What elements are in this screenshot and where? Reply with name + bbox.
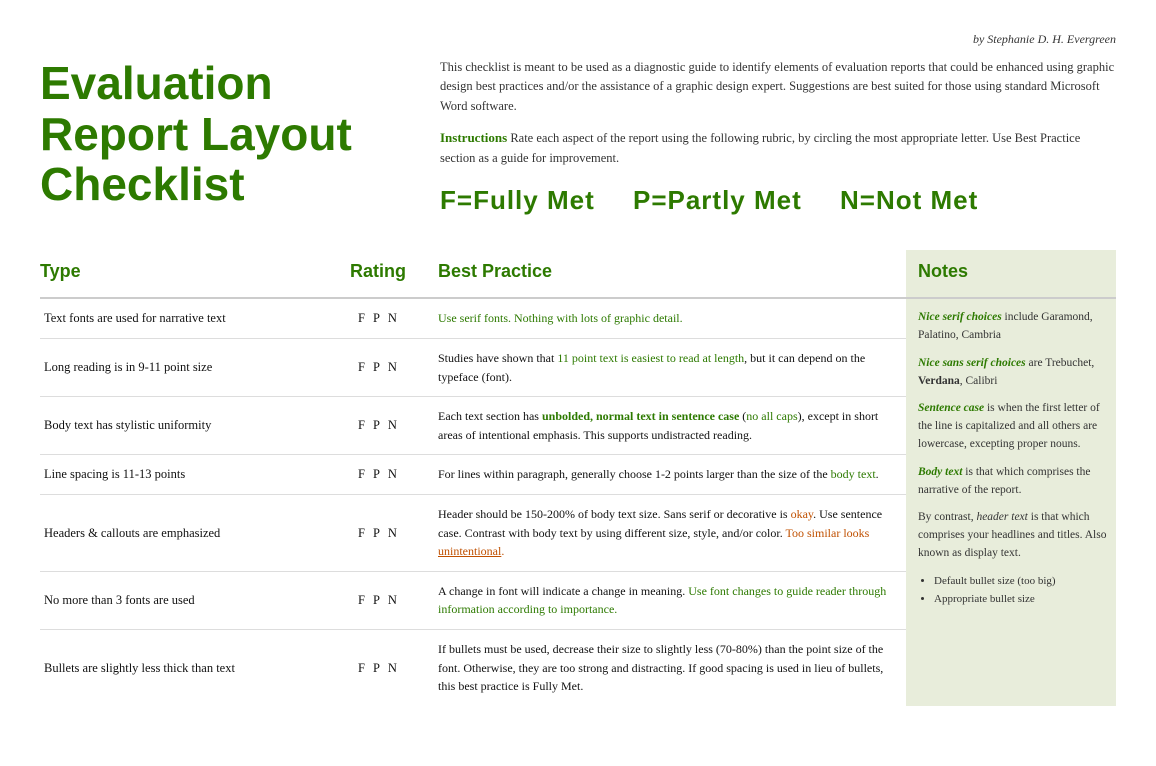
bullet-item-1: Default bullet size (too big) bbox=[934, 573, 1108, 590]
row2-rating-p[interactable]: P bbox=[373, 358, 380, 377]
row1-bp: Use serif fonts. Nothing with lots of gr… bbox=[430, 299, 906, 339]
row1-rating-f[interactable]: F bbox=[358, 309, 365, 328]
header-section: Evaluation Report Layout Checklist This … bbox=[40, 58, 1116, 220]
intro-description: This checklist is meant to be used as a … bbox=[440, 58, 1116, 116]
note-sentence-case: Sentence case is when the first letter o… bbox=[918, 400, 1108, 453]
row6-type: No more than 3 fonts are used bbox=[40, 572, 350, 630]
notes-panel: Nice serif choices include Garamond, Pal… bbox=[906, 299, 1116, 706]
row7-rating-n[interactable]: N bbox=[388, 659, 397, 678]
note-serif-choices: Nice serif choices include Garamond, Pal… bbox=[918, 309, 1108, 345]
title-block: Evaluation Report Layout Checklist bbox=[40, 58, 400, 220]
note-bullets: Default bullet size (too big) Appropriat… bbox=[918, 573, 1108, 608]
row2-bp: Studies have shown that 11 point text is… bbox=[430, 339, 906, 397]
row4-rating-p[interactable]: P bbox=[373, 465, 380, 484]
row1-type: Text fonts are used for narrative text bbox=[40, 299, 350, 339]
row3-type: Body text has stylistic uniformity bbox=[40, 397, 350, 455]
row5-type: Headers & callouts are emphasized bbox=[40, 495, 350, 572]
col-header-bp: Best Practice bbox=[430, 250, 906, 299]
row1-rating-p[interactable]: P bbox=[373, 309, 380, 328]
row1-rating: F P N bbox=[350, 299, 430, 339]
row3-rating-f[interactable]: F bbox=[358, 416, 365, 435]
row3-bp: Each text section has unbolded, normal t… bbox=[430, 397, 906, 455]
row7-bp: If bullets must be used, decrease their … bbox=[430, 630, 906, 706]
row5-rating-p[interactable]: P bbox=[373, 524, 380, 543]
rating-legend: F=Fully Met P=Partly Met N=Not Met bbox=[440, 180, 1116, 220]
row6-rating-n[interactable]: N bbox=[388, 591, 397, 610]
row3-rating: F P N bbox=[350, 397, 430, 455]
row5-rating-n[interactable]: N bbox=[388, 524, 397, 543]
row1-rating-n[interactable]: N bbox=[388, 309, 397, 328]
row4-rating-n[interactable]: N bbox=[388, 465, 397, 484]
col-header-rating: Rating bbox=[350, 250, 430, 299]
row6-rating-f[interactable]: F bbox=[358, 591, 365, 610]
row4-bp: For lines within paragraph, generally ch… bbox=[430, 455, 906, 495]
row3-rating-n[interactable]: N bbox=[388, 416, 397, 435]
byline: by Stephanie D. H. Evergreen bbox=[40, 30, 1116, 48]
row4-type: Line spacing is 11-13 points bbox=[40, 455, 350, 495]
col-header-type: Type bbox=[40, 250, 350, 299]
row5-rating-f[interactable]: F bbox=[358, 524, 365, 543]
row5-bp: Header should be 150-200% of body text s… bbox=[430, 495, 906, 572]
row6-bp: A change in font will indicate a change … bbox=[430, 572, 906, 630]
bullet-item-2: Appropriate bullet size bbox=[934, 591, 1108, 608]
row3-rating-p[interactable]: P bbox=[373, 416, 380, 435]
row2-rating: F P N bbox=[350, 339, 430, 397]
row4-rating: F P N bbox=[350, 455, 430, 495]
row2-rating-f[interactable]: F bbox=[358, 358, 365, 377]
main-title: Evaluation Report Layout Checklist bbox=[40, 58, 400, 210]
row4-rating-f[interactable]: F bbox=[358, 465, 365, 484]
note-header-text: By contrast, header text is that which c… bbox=[918, 509, 1108, 562]
row6-rating-p[interactable]: P bbox=[373, 591, 380, 610]
row7-type: Bullets are slightly less thick than tex… bbox=[40, 630, 350, 706]
row2-rating-n[interactable]: N bbox=[388, 358, 397, 377]
row7-rating-f[interactable]: F bbox=[358, 659, 365, 678]
intro-block: This checklist is meant to be used as a … bbox=[440, 58, 1116, 220]
note-body-text: Body text is that which comprises the na… bbox=[918, 464, 1108, 500]
main-content-grid: Type Rating Best Practice Notes Text fon… bbox=[40, 250, 1116, 706]
row6-rating: F P N bbox=[350, 572, 430, 630]
row7-rating-p[interactable]: P bbox=[373, 659, 380, 678]
row5-rating: F P N bbox=[350, 495, 430, 572]
row7-rating: F P N bbox=[350, 630, 430, 706]
col-header-notes: Notes bbox=[906, 250, 1116, 299]
row2-type: Long reading is in 9-11 point size bbox=[40, 339, 350, 397]
note-sans-serif-choices: Nice sans serif choices are Trebuchet, V… bbox=[918, 355, 1108, 391]
instructions-text: Instructions Rate each aspect of the rep… bbox=[440, 128, 1116, 168]
